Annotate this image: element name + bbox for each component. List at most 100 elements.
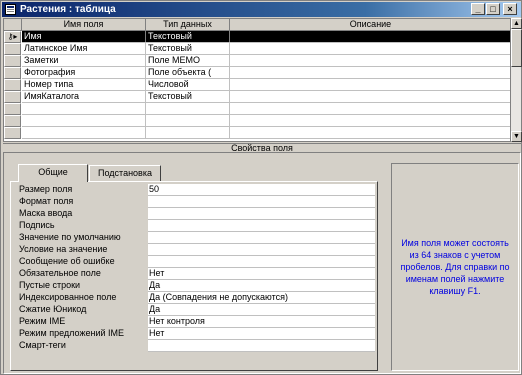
property-row[interactable]: Режим IME Нет контроля <box>19 316 375 328</box>
property-value[interactable] <box>148 232 375 244</box>
help-text: Имя поля может состоять из 64 знаков с у… <box>400 238 510 296</box>
grid-corner <box>4 19 22 31</box>
data-type-cell[interactable]: Текстовый <box>146 43 230 54</box>
data-type-cell[interactable] <box>146 115 230 126</box>
scroll-down-arrow-icon[interactable]: ▼ <box>511 131 522 142</box>
field-name-cell[interactable]: Номер типа <box>22 79 146 90</box>
property-value[interactable]: Да (Совпадения не допускаются) <box>148 292 375 304</box>
property-value[interactable]: Нет контроля <box>148 316 375 328</box>
property-value[interactable] <box>148 244 375 256</box>
header-description: Описание <box>230 19 510 31</box>
property-value[interactable]: Нет <box>148 268 375 280</box>
property-value[interactable] <box>148 340 375 352</box>
row-selector[interactable] <box>4 67 21 79</box>
table-row[interactable]: Фотография Поле объекта ( <box>22 67 510 79</box>
property-label: Смарт-теги <box>19 340 66 350</box>
table-row[interactable]: ИмяКаталога Текстовый <box>22 91 510 103</box>
row-selector[interactable] <box>4 127 21 139</box>
property-value[interactable]: Нет <box>148 328 375 340</box>
property-row[interactable]: Режим предложений IME Нет <box>19 328 375 340</box>
table-row[interactable] <box>22 115 510 127</box>
property-value[interactable] <box>148 220 375 232</box>
field-name-cell[interactable] <box>22 103 146 114</box>
property-row[interactable]: Обязательное поле Нет <box>19 268 375 280</box>
table-row[interactable]: Имя Текстовый <box>22 31 510 43</box>
title-bar[interactable]: Растения : таблица _ □ × <box>2 2 521 17</box>
field-name-cell[interactable]: ИмяКаталога <box>22 91 146 102</box>
property-row[interactable]: Значение по умолчанию <box>19 232 375 244</box>
description-cell[interactable] <box>230 31 510 42</box>
table-design-window: Растения : таблица _ □ × Имя поля Тип да… <box>0 0 522 375</box>
data-type-cell[interactable] <box>146 127 230 138</box>
row-selector[interactable] <box>4 91 21 103</box>
description-cell[interactable] <box>230 127 510 138</box>
field-name-cell[interactable] <box>22 115 146 126</box>
data-type-cell[interactable]: Числовой <box>146 79 230 90</box>
table-row[interactable] <box>22 127 510 139</box>
maximize-button[interactable]: □ <box>486 3 500 15</box>
property-row[interactable]: Пустые строки Да <box>19 280 375 292</box>
property-row[interactable]: Маска ввода <box>19 208 375 220</box>
property-value[interactable]: Да <box>148 304 375 316</box>
data-type-cell[interactable]: Поле MEMO <box>146 55 230 66</box>
description-cell[interactable] <box>230 115 510 126</box>
row-selector[interactable] <box>4 103 21 115</box>
field-name-cell[interactable]: Заметки <box>22 55 146 66</box>
field-name-cell[interactable]: Имя <box>22 31 146 42</box>
property-label: Подпись <box>19 220 55 230</box>
property-row[interactable]: Формат поля <box>19 196 375 208</box>
description-cell[interactable] <box>230 79 510 90</box>
property-label: Сжатие Юникод <box>19 304 87 314</box>
property-label: Индексированное поле <box>19 292 117 302</box>
table-row[interactable] <box>22 103 510 115</box>
property-row[interactable]: Сообщение об ошибке <box>19 256 375 268</box>
description-cell[interactable] <box>230 91 510 102</box>
tab-general[interactable]: Общие <box>18 164 88 182</box>
table-row[interactable]: Латинское Имя Текстовый <box>22 43 510 55</box>
property-row[interactable]: Индексированное поле Да (Совпадения не д… <box>19 292 375 304</box>
description-cell[interactable] <box>230 43 510 54</box>
data-type-cell[interactable]: Текстовый <box>146 91 230 102</box>
property-value[interactable] <box>148 208 375 220</box>
help-panel: Имя поля может состоять из 64 знаков с у… <box>391 163 519 371</box>
data-type-cell[interactable]: Текстовый <box>146 31 230 42</box>
scroll-thumb[interactable] <box>511 29 522 67</box>
data-type-cell[interactable] <box>146 103 230 114</box>
row-selector[interactable] <box>4 55 21 67</box>
primary-key-icon[interactable]: ⚷▸ <box>4 31 21 43</box>
field-name-cell[interactable]: Фотография <box>22 67 146 78</box>
vertical-scrollbar[interactable]: ▲ ▼ <box>510 18 522 142</box>
property-value[interactable]: Да <box>148 280 375 292</box>
property-value[interactable]: 50 <box>148 184 375 196</box>
property-label: Пустые строки <box>19 280 81 290</box>
property-value[interactable] <box>148 256 375 268</box>
description-cell[interactable] <box>230 103 510 114</box>
property-row[interactable]: Сжатие Юникод Да <box>19 304 375 316</box>
minimize-button[interactable]: _ <box>471 3 485 15</box>
field-name-cell[interactable] <box>22 127 146 138</box>
row-selector[interactable] <box>4 115 21 127</box>
field-name-cell[interactable]: Латинское Имя <box>22 43 146 54</box>
table-row[interactable]: Заметки Поле MEMO <box>22 55 510 67</box>
close-button[interactable]: × <box>503 3 517 15</box>
row-selector[interactable] <box>4 79 21 91</box>
property-label: Формат поля <box>19 196 74 206</box>
property-row[interactable]: Подпись <box>19 220 375 232</box>
header-field-name: Имя поля <box>22 19 146 31</box>
property-row[interactable]: Смарт-теги <box>19 340 375 352</box>
property-row[interactable]: Размер поля 50 <box>19 184 375 196</box>
table-row[interactable]: Номер типа Числовой <box>22 79 510 91</box>
tab-lookup[interactable]: Подстановка <box>89 165 161 181</box>
field-design-grid: Имя поля Тип данных Описание ⚷▸ Имя Текс… <box>3 18 511 142</box>
table-icon <box>5 4 16 15</box>
property-row[interactable]: Условие на значение <box>19 244 375 256</box>
data-type-cell[interactable]: Поле объекта ( <box>146 67 230 78</box>
property-value[interactable] <box>148 196 375 208</box>
description-cell[interactable] <box>230 67 510 78</box>
description-cell[interactable] <box>230 55 510 66</box>
window-title: Растения : таблица <box>20 4 116 15</box>
scroll-up-arrow-icon[interactable]: ▲ <box>511 18 522 29</box>
property-label: Режим IME <box>19 316 66 326</box>
row-selector[interactable] <box>4 43 21 55</box>
field-properties-pane: Подстановка Общие Размер поля 50 Формат … <box>3 152 521 374</box>
